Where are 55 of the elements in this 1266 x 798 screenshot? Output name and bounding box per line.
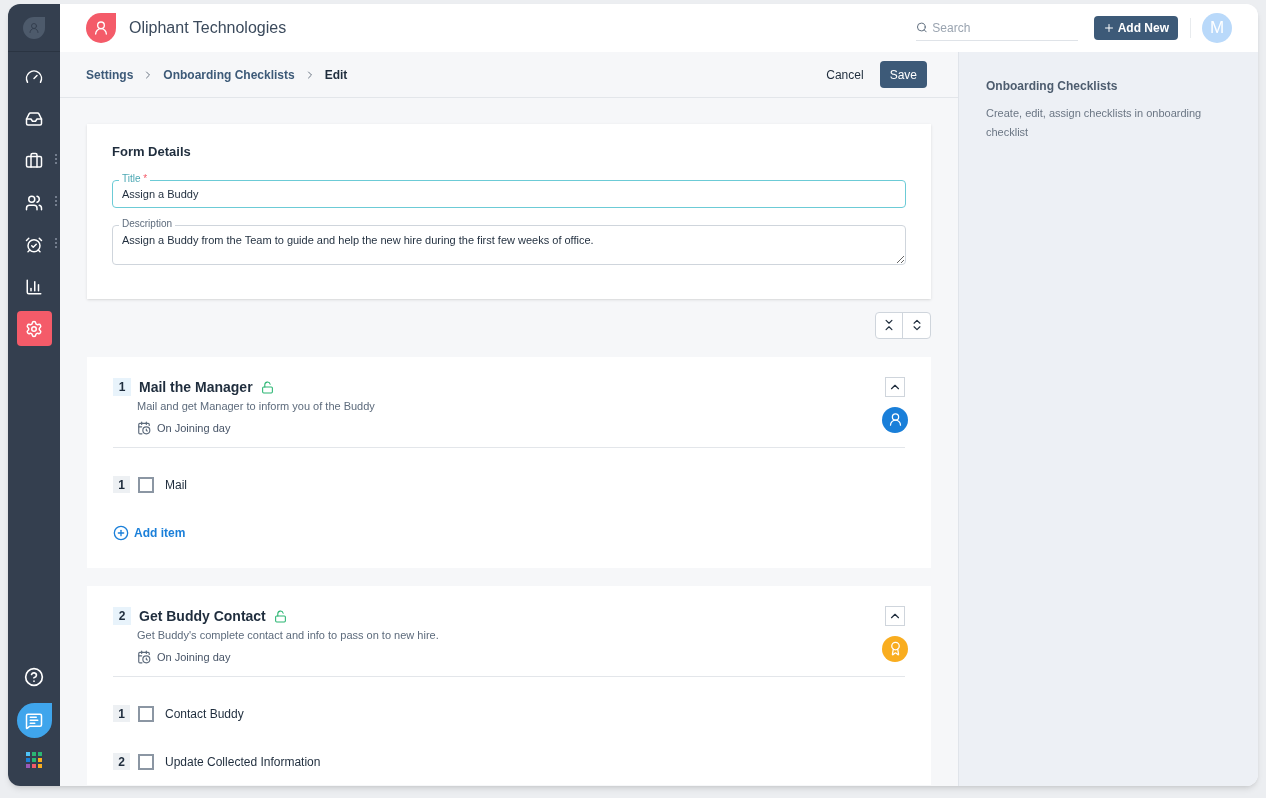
add-circle-icon xyxy=(113,524,129,541)
item-number: 1 xyxy=(113,476,130,493)
company-logo-icon xyxy=(86,13,116,43)
inbox-icon xyxy=(25,109,43,128)
nav-item[interactable] xyxy=(16,311,52,346)
due-date: On Joining day xyxy=(157,421,231,436)
chat-button[interactable] xyxy=(16,703,52,738)
breadcrumb-link[interactable]: Settings xyxy=(86,65,134,84)
section-number: 2 xyxy=(113,607,131,625)
item-checkbox[interactable] xyxy=(138,476,154,493)
briefcase-icon xyxy=(25,151,43,170)
section-description: Get Buddy's complete contact and info to pass on to new hire. xyxy=(137,627,439,643)
item-checkbox[interactable] xyxy=(138,753,154,770)
item-checkbox[interactable] xyxy=(138,705,154,722)
calendar-clock-icon xyxy=(137,650,151,665)
assignee-button[interactable] xyxy=(882,406,908,433)
search-icon xyxy=(915,21,928,34)
item-number: 1 xyxy=(113,705,130,722)
gauge-icon xyxy=(25,67,43,86)
section-title: Mail the Manager xyxy=(139,377,253,397)
company-name: Oliphant Technologies xyxy=(129,18,287,38)
unlocked-lock-icon xyxy=(273,609,287,623)
alarm-clock-icon xyxy=(25,235,43,254)
item-label: Mail xyxy=(165,476,187,494)
due-date: On Joining day xyxy=(157,650,231,665)
form-heading: Form Details xyxy=(112,143,192,161)
section-description: Mail and get Manager to inform you of the Buddy xyxy=(137,398,375,414)
section-number: 1 xyxy=(113,378,131,396)
people-icon xyxy=(25,193,43,212)
side-panel-text: Create, edit, assign checklists in onboarding checklist xyxy=(986,106,1203,140)
collapse-button[interactable] xyxy=(885,605,905,626)
breadcrumb-link[interactable]: Onboarding Checklists xyxy=(163,65,295,84)
unlocked-lock-icon xyxy=(260,380,274,394)
collapse-all-icon xyxy=(882,318,896,332)
app-grid-icon[interactable] xyxy=(26,752,42,768)
field-label: Description xyxy=(119,216,176,231)
settings-icon xyxy=(25,319,43,338)
calendar-clock-icon xyxy=(137,421,151,436)
app-logo-icon xyxy=(23,16,45,39)
bar-chart-icon xyxy=(25,277,43,296)
item-label: Contact Buddy xyxy=(165,705,244,723)
help-icon[interactable] xyxy=(24,667,44,687)
plus-icon xyxy=(1102,22,1115,34)
section-title: Get Buddy Contact xyxy=(139,606,266,626)
side-panel-title: Onboarding Checklists xyxy=(986,78,1119,95)
person-icon xyxy=(887,412,903,427)
item-number: 2 xyxy=(113,753,130,770)
add-new-button[interactable]: Add New xyxy=(1093,16,1178,40)
collapse-button[interactable] xyxy=(885,376,905,397)
add-item-link[interactable]: Add item xyxy=(113,523,186,542)
save-button[interactable]: Save xyxy=(879,61,927,88)
cancel-button[interactable]: Cancel xyxy=(826,65,864,84)
search-field[interactable]: Search xyxy=(932,18,1078,37)
item-label: Update Collected Information xyxy=(165,753,321,771)
chat-icon xyxy=(25,711,43,730)
